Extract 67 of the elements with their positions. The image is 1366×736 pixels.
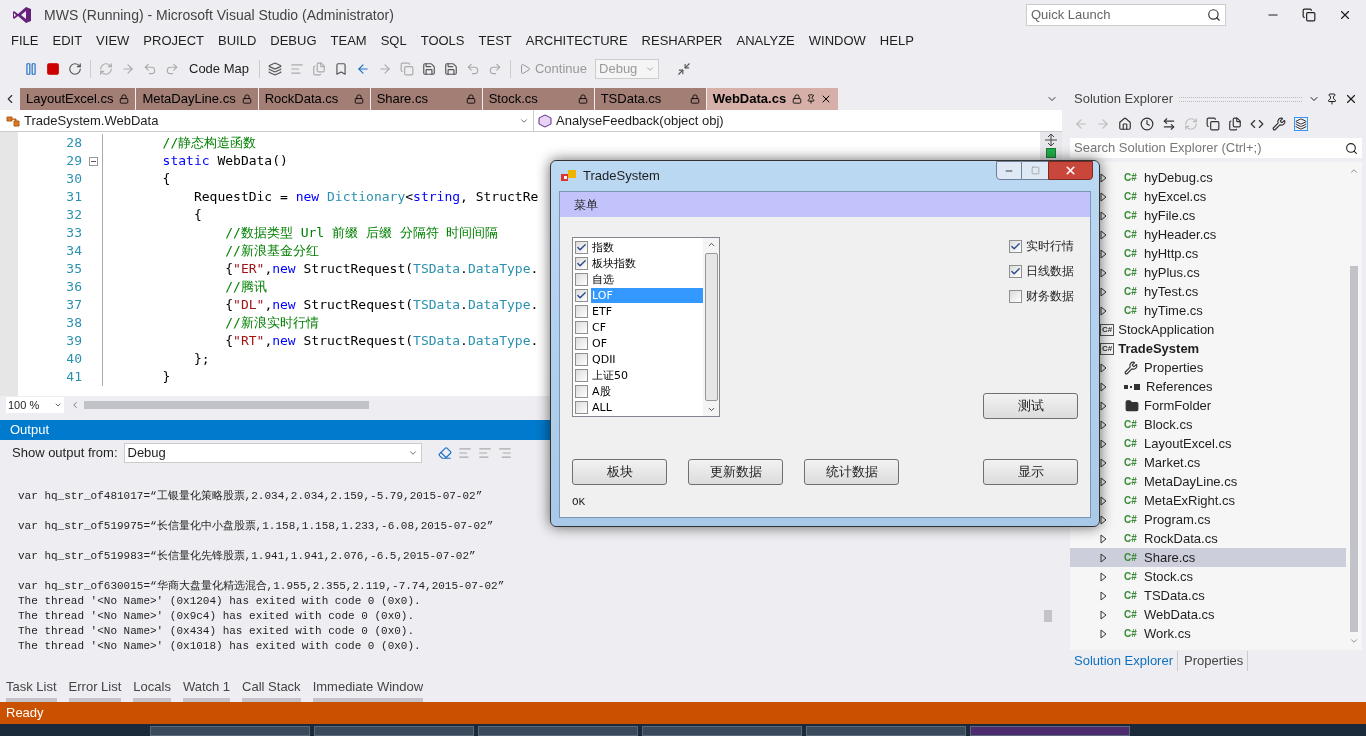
file-type-icon: C# [1124,626,1140,641]
line-number: 34 [65,242,82,260]
output-line: The thread '<No Name>' (0x434) has exited with code 0 (0x0). [18,624,415,639]
field-label: Show output from: [12,444,118,463]
file-type-icon: C# [1124,588,1140,603]
status-label: OK [572,495,587,510]
project-icon: C# [1100,323,1115,336]
code-line: //静态构造函数 [161,134,257,152]
code-line: static WebData() [161,152,288,170]
checkbox-label: 日线数据 [1026,263,1074,280]
code-line: //数据类型 Url 前缀 后缀 分隔符 时间间隔 [224,224,499,242]
output-line: The thread '<No Name>' (0x1018) has exited with code 0 (0x0). [18,639,421,654]
dialog-title: TradeSystem [583,167,660,186]
window-title: MWS (Running) - Microsoft Visual Studio (Administrator) [44,5,394,25]
code-line: }; [192,350,210,368]
code-line: //新浪实时行情 [224,314,319,332]
line-number: 32 [65,206,82,224]
code-line: {"RT",new StructRequest(TSData.DataType. [224,332,539,350]
project-icon: C# [1100,342,1115,355]
file-type-icon: C# [1124,607,1140,622]
output-line: var hq_str_of481017=“工银量化策略股票,2.034,2.034,2.159,-5.79,2015-07-02” [18,489,483,504]
output-line: var hq_str_of519983=“长信量化先锋股票,1.941,1.941,2.076,-6.5,2015-07-02” [18,549,476,564]
file-type-icon: C# [1124,284,1140,299]
file-type-icon: C# [1124,189,1140,204]
file-type-icon: C# [1124,265,1140,280]
panel-title: Solution Explorer [1074,90,1173,109]
line-number: 28 [65,134,82,152]
line-number: 39 [65,332,82,350]
status-bar: Ready [0,702,1366,724]
code-line: { [161,170,171,188]
code-line: { [192,206,202,224]
line-number: 31 [65,188,82,206]
output-line: The thread '<No Name>' (0x9c4) has exited with code 0 (0x0). [18,609,415,624]
output-line: The thread '<No Name>' (0x1204) has exited with code 0 (0x0). [18,594,421,609]
code-line: {"ER",new StructRequest(TSData.DataType. [224,260,539,278]
file-type-icon: C# [1124,303,1140,318]
line-number: 37 [65,296,82,314]
code-line: } [161,368,171,386]
line-number: 40 [65,350,82,368]
file-type-icon: C# [1124,531,1140,546]
line-number: 41 [65,368,82,386]
file-type-icon: C# [1124,436,1140,451]
file-type-icon: C# [1124,227,1140,242]
file-type-icon: C# [1124,417,1140,432]
line-number: 33 [65,224,82,242]
code-line: RequestDic = new Dictionary<string, StructRe [192,188,539,206]
file-type-icon: C# [1124,170,1140,185]
output-line: var hq_str_of630015=“华商大盘量化精选混合,1.955,2.355,2.119,-7.74,2015-07-02” [18,579,505,594]
code-line: //腾讯 [224,278,267,296]
output-line: var hq_str_of519975=“长信量化中小盘股票,1.158,1.158,1.233,-6.08,2015-07-02” [18,519,494,534]
file-type-icon: C# [1124,493,1140,508]
file-type-icon: C# [1124,455,1140,470]
file-type-icon: C# [1124,550,1140,565]
checkbox-label: 实时行情 [1026,238,1074,255]
file-type-icon: C# [1124,512,1140,527]
file-type-icon: C# [1124,474,1140,489]
file-type-icon: C# [1124,246,1140,261]
file-type-icon: C# [1124,208,1140,223]
code-line: //新浪基金分红 [224,242,319,260]
line-number: 38 [65,314,82,332]
file-type-icon: C# [1124,569,1140,584]
line-number: 29 [65,152,82,170]
code-line: {"DL",new StructRequest(TSData.DataType. [224,296,539,314]
checkbox-label: 财务数据 [1026,288,1074,305]
line-number: 30 [65,170,82,188]
line-number: 35 [65,260,82,278]
line-number: 36 [65,278,82,296]
